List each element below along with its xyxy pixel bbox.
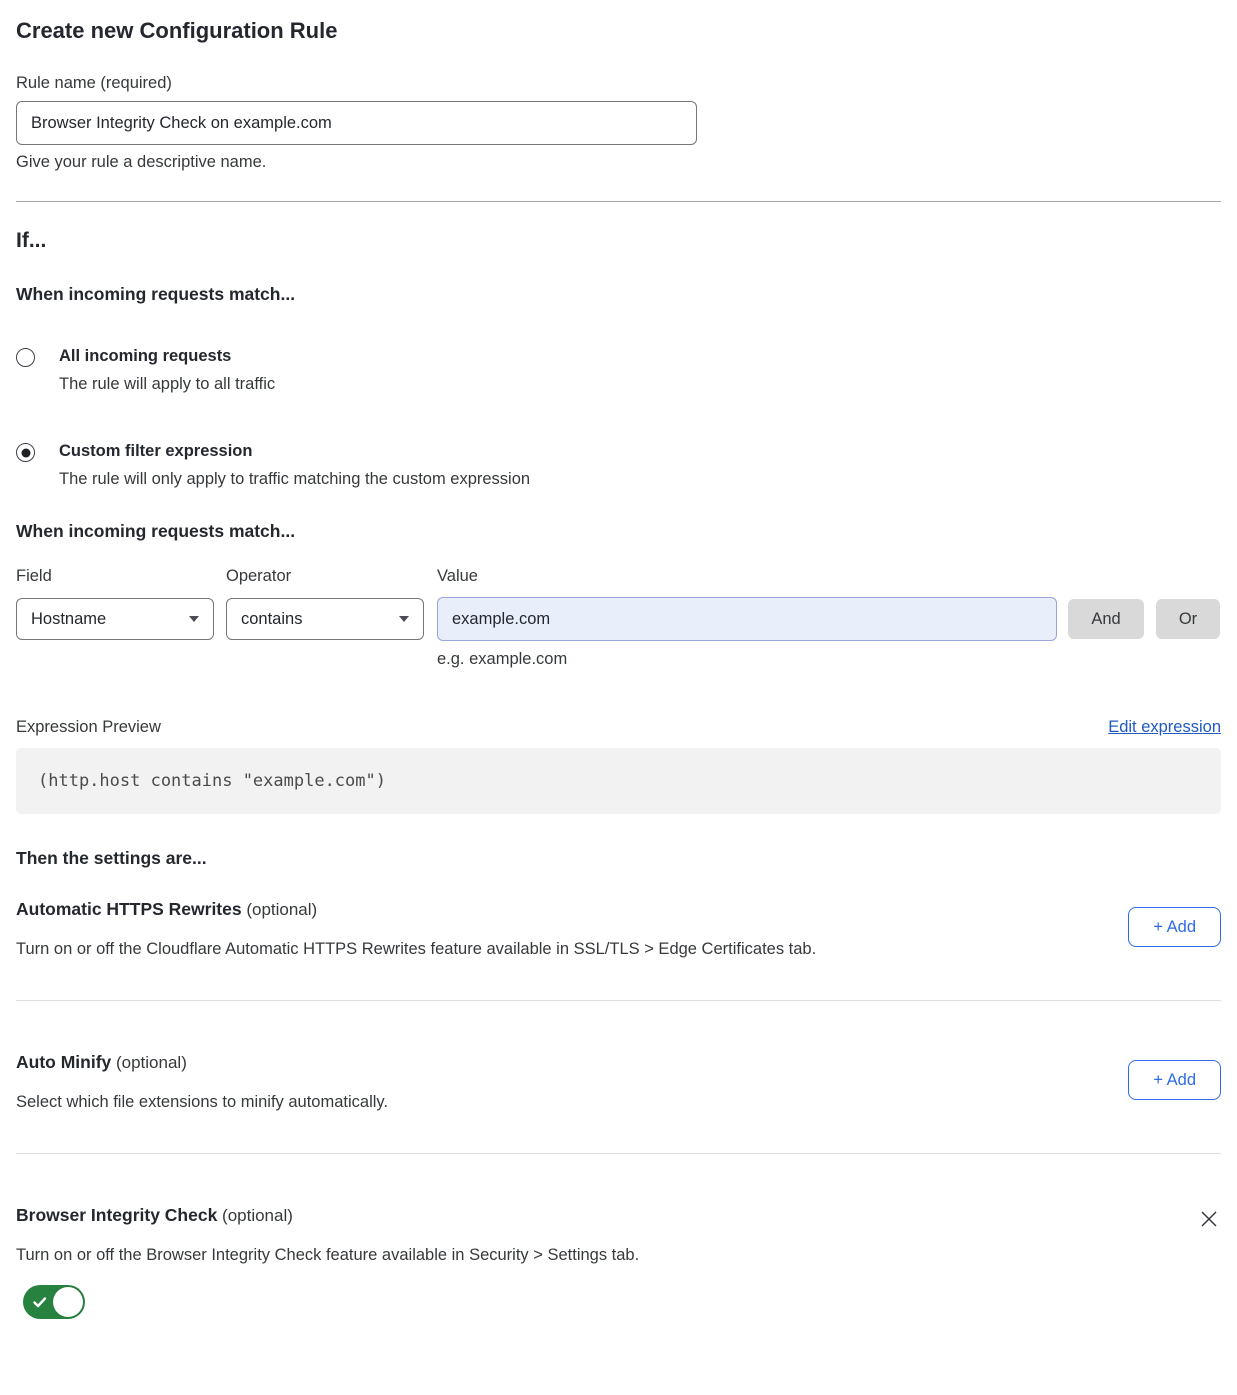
and-button[interactable]: And (1068, 599, 1144, 639)
setting-optional-label: (optional) (217, 1206, 293, 1225)
operator-select[interactable]: contains (226, 598, 424, 640)
value-input[interactable] (437, 597, 1057, 641)
setting-auto-minify: Auto Minify (optional) Select which file… (16, 1052, 1221, 1113)
close-icon (1199, 1209, 1219, 1229)
setting-description: Select which file extensions to minify a… (16, 1091, 388, 1113)
setting-description: Turn on or off the Browser Integrity Che… (16, 1244, 639, 1266)
setting-browser-integrity-check: Browser Integrity Check (optional) Turn … (16, 1205, 1221, 1319)
value-column-label: Value (437, 567, 1057, 586)
radio-label: Custom filter expression (59, 441, 530, 462)
field-column-label: Field (16, 567, 214, 586)
toggle-knob[interactable] (53, 1287, 83, 1317)
setting-title: Browser Integrity Check (optional) (16, 1205, 639, 1226)
divider (16, 1153, 1221, 1154)
setting-title: Automatic HTTPS Rewrites (optional) (16, 899, 816, 920)
setting-optional-label: (optional) (242, 900, 318, 919)
rule-name-input[interactable] (16, 101, 697, 145)
radio-option-custom-filter-expression[interactable]: Custom filter expression The rule will o… (16, 441, 1221, 490)
match-heading: When incoming requests match... (16, 284, 1221, 305)
rule-name-help: Give your rule a descriptive name. (16, 153, 1221, 172)
check-icon (32, 1294, 48, 1310)
radio-description: The rule will apply to all traffic (59, 374, 275, 395)
expression-builder-heading: When incoming requests match... (16, 521, 1221, 542)
expression-preview-code: (http.host contains "example.com") (16, 748, 1221, 814)
create-configuration-rule-form: Create new Configuration Rule Rule name … (0, 18, 1237, 1395)
radio-button-checked[interactable] (16, 443, 35, 462)
browser-integrity-check-toggle[interactable] (23, 1285, 85, 1319)
then-settings-heading: Then the settings are... (16, 848, 1221, 869)
value-help-text: e.g. example.com (437, 650, 1221, 669)
field-select[interactable]: Hostname (16, 598, 214, 640)
add-automatic-https-rewrites-button[interactable]: + Add (1128, 907, 1221, 947)
or-button[interactable]: Or (1156, 599, 1220, 639)
if-heading: If... (16, 229, 1221, 253)
chevron-down-icon (189, 616, 199, 622)
setting-title: Auto Minify (optional) (16, 1052, 388, 1073)
add-auto-minify-button[interactable]: + Add (1128, 1060, 1221, 1100)
chevron-down-icon (399, 616, 409, 622)
expression-preview-label: Expression Preview (16, 718, 161, 737)
operator-select-value: contains (241, 610, 302, 629)
remove-setting-button[interactable] (1197, 1207, 1221, 1231)
setting-automatic-https-rewrites: Automatic HTTPS Rewrites (optional) Turn… (16, 899, 1221, 960)
rule-name-label: Rule name (required) (16, 74, 1221, 93)
page-title: Create new Configuration Rule (16, 18, 1221, 44)
radio-label: All incoming requests (59, 346, 275, 367)
radio-option-all-incoming-requests[interactable]: All incoming requests The rule will appl… (16, 346, 1221, 395)
field-select-value: Hostname (31, 610, 106, 629)
divider (16, 1000, 1221, 1001)
divider (16, 201, 1221, 202)
setting-optional-label: (optional) (111, 1053, 187, 1072)
radio-button-unchecked[interactable] (16, 348, 35, 367)
radio-description: The rule will only apply to traffic matc… (59, 469, 530, 490)
setting-description: Turn on or off the Cloudflare Automatic … (16, 938, 816, 960)
edit-expression-link[interactable]: Edit expression (1108, 718, 1221, 737)
operator-column-label: Operator (226, 567, 424, 586)
